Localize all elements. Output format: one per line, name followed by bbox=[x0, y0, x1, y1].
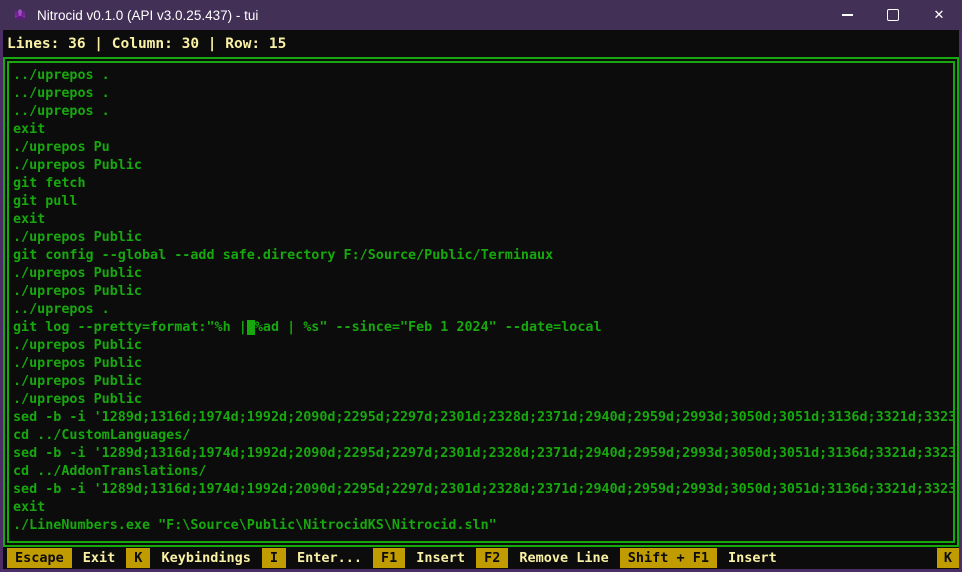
keybind-key-badge[interactable]: Shift + F1 bbox=[620, 548, 717, 568]
editor-line: exit bbox=[13, 211, 953, 229]
window-controls: ✕ bbox=[824, 0, 962, 30]
close-button[interactable]: ✕ bbox=[916, 0, 962, 30]
keybind-label: Enter... bbox=[286, 548, 373, 568]
editor-line: ../uprepos . bbox=[13, 301, 953, 319]
editor-line: ./uprepos Public bbox=[13, 373, 953, 391]
editor-line: ./LineNumbers.exe "F:\Source\Public\Nitr… bbox=[13, 517, 953, 535]
editor-line: git fetch bbox=[13, 175, 953, 193]
keybind-item: Shift + F1Insert bbox=[620, 548, 788, 568]
keybind-item: F2Remove Line bbox=[476, 548, 620, 568]
keybinding-bar: EscapeExitKKeybindingsIEnter...F1InsertF… bbox=[3, 547, 959, 569]
editor-area[interactable]: ../uprepos .../uprepos .../uprepos .exit… bbox=[3, 57, 959, 547]
editor-line: cd ../CustomLanguages/ bbox=[13, 427, 953, 445]
keybind-key-badge[interactable]: K bbox=[126, 548, 150, 568]
app-window: Nitrocid v0.1.0 (API v3.0.25.437) - tui … bbox=[0, 0, 962, 572]
editor-line: ./uprepos Public bbox=[13, 355, 953, 373]
editor-line: git pull bbox=[13, 193, 953, 211]
editor-line: ../uprepos . bbox=[13, 67, 953, 85]
maximize-button[interactable] bbox=[870, 0, 916, 30]
minimize-button[interactable] bbox=[824, 0, 870, 30]
editor-line: git config --global --add safe.directory… bbox=[13, 247, 953, 265]
keybind-item: IEnter... bbox=[262, 548, 373, 568]
editor-line: ../uprepos . bbox=[13, 85, 953, 103]
nitrocid-logo-icon bbox=[12, 7, 28, 23]
keybind-item: EscapeExit bbox=[7, 548, 126, 568]
keybind-label: Keybindings bbox=[150, 548, 261, 568]
editor-line: ./uprepos Public bbox=[13, 283, 953, 301]
keybind-overflow-badge[interactable]: K bbox=[937, 548, 959, 568]
keybind-item: KKeybindings bbox=[126, 548, 262, 568]
editor-line: ./uprepos Public bbox=[13, 391, 953, 409]
editor-line: ./uprepos Public bbox=[13, 229, 953, 247]
editor-line: ../uprepos . bbox=[13, 103, 953, 121]
editor-line: cd ../AddonTranslations/ bbox=[13, 463, 953, 481]
window-title: Nitrocid v0.1.0 (API v3.0.25.437) - tui bbox=[37, 8, 824, 23]
editor-line: exit bbox=[13, 121, 953, 139]
keybind-key-badge[interactable]: Escape bbox=[7, 548, 72, 568]
keybind-key-badge[interactable]: F1 bbox=[373, 548, 405, 568]
keybind-key-badge[interactable]: F2 bbox=[476, 548, 508, 568]
text-cursor bbox=[247, 320, 255, 335]
editor-line: sed -b -i '1289d;1316d;1974d;1992d;2090d… bbox=[13, 481, 953, 499]
editor-line: git log --pretty=format:"%h | %ad | %s" … bbox=[13, 319, 953, 337]
title-bar[interactable]: Nitrocid v0.1.0 (API v3.0.25.437) - tui … bbox=[0, 0, 962, 30]
keybind-key-badge[interactable]: I bbox=[262, 548, 286, 568]
keybind-item: F1Insert bbox=[373, 548, 476, 568]
editor-line: exit bbox=[13, 499, 953, 517]
keybind-label: Exit bbox=[72, 548, 127, 568]
terminal-body: Lines: 36 | Column: 30 | Row: 15 ../upre… bbox=[3, 30, 959, 569]
editor-line: ./uprepos Public bbox=[13, 157, 953, 175]
keybind-label: Insert bbox=[405, 548, 476, 568]
keybind-label: Remove Line bbox=[508, 548, 619, 568]
editor-line: ./uprepos Public bbox=[13, 337, 953, 355]
editor-line: ./uprepos Public bbox=[13, 265, 953, 283]
editor-line: sed -b -i '1289d;1316d;1974d;1992d;2090d… bbox=[13, 409, 953, 427]
editor-line: sed -b -i '1289d;1316d;1974d;1992d;2090d… bbox=[13, 445, 953, 463]
status-line: Lines: 36 | Column: 30 | Row: 15 bbox=[3, 30, 959, 57]
keybind-label: Insert bbox=[717, 548, 788, 568]
editor-line: ./uprepos Pu bbox=[13, 139, 953, 157]
